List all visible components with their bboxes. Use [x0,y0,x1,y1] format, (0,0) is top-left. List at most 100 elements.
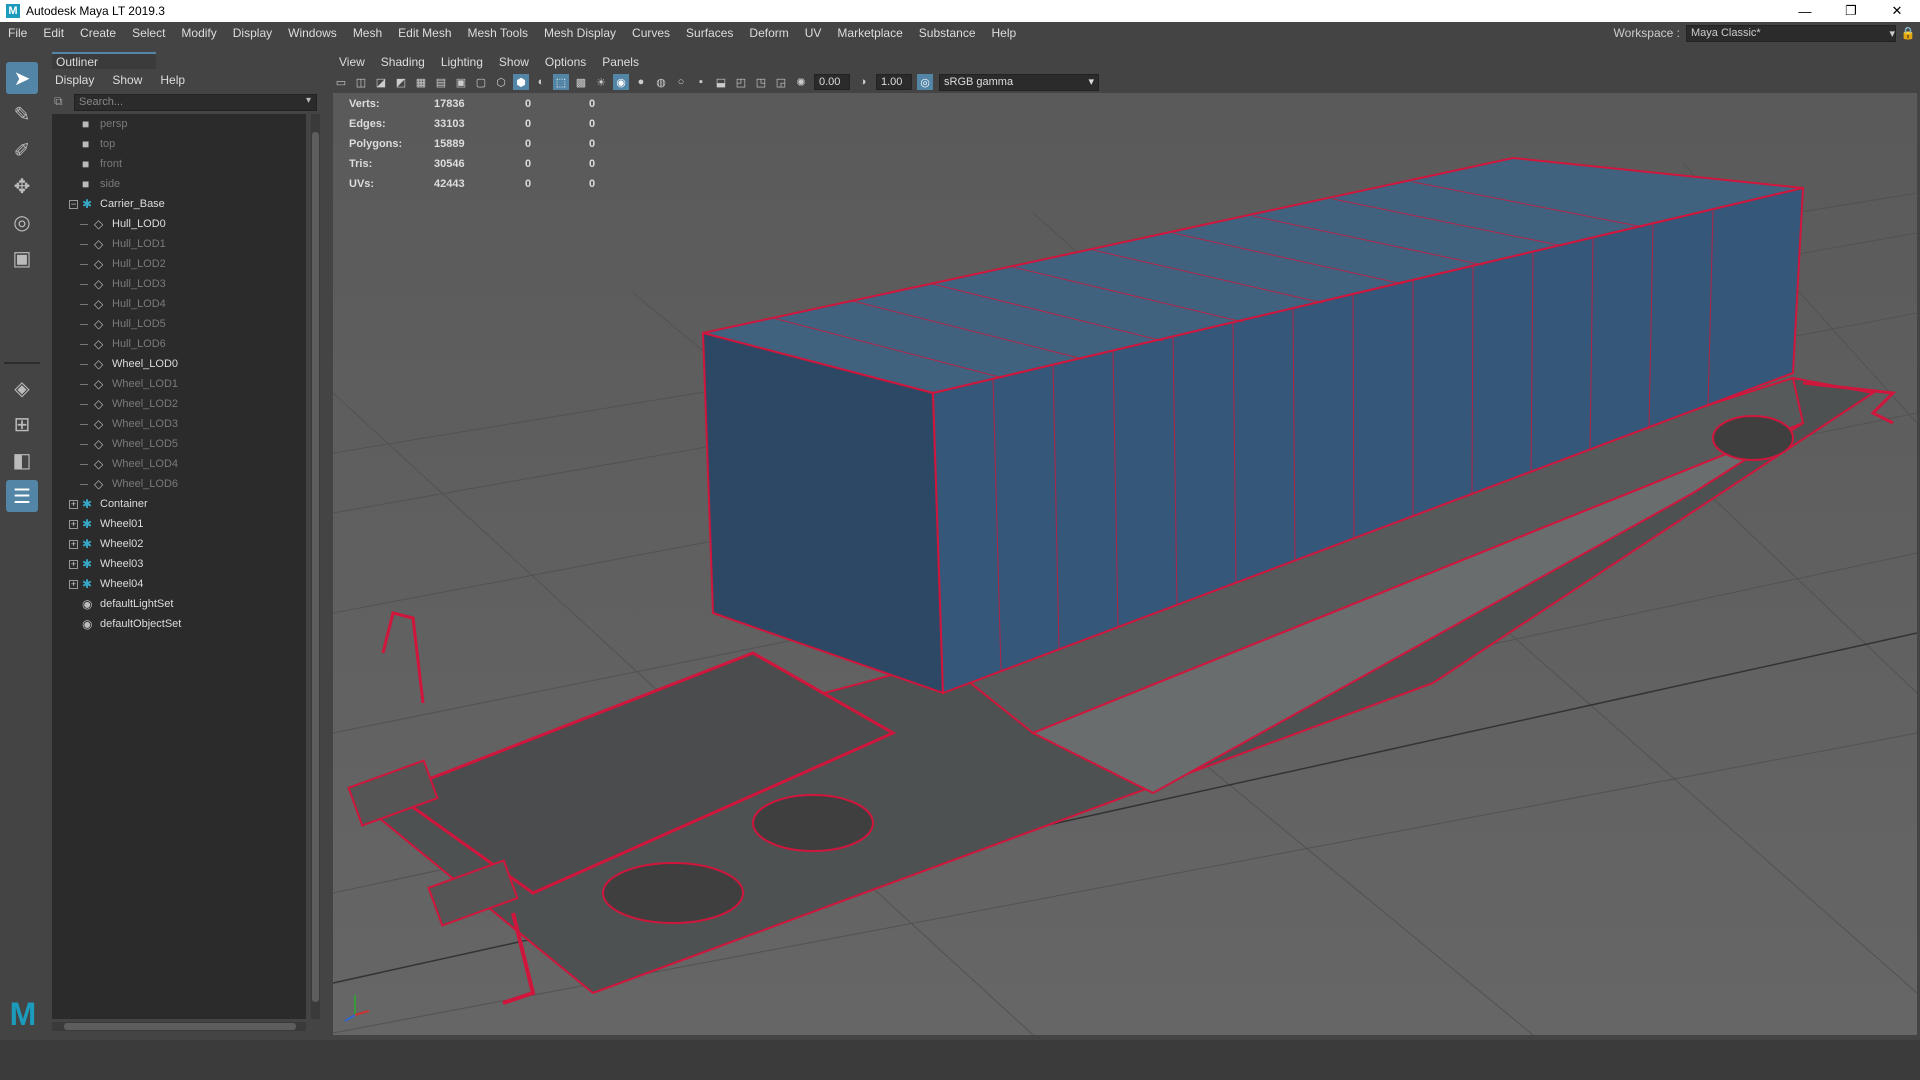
outliner-item-wheel03[interactable]: + ✱ Wheel03 [52,554,306,574]
outliner-item-wheel02[interactable]: + ✱ Wheel02 [52,534,306,554]
menu-curves[interactable]: Curves [624,26,678,40]
motion-blur-icon[interactable]: ◍ [653,74,669,90]
gate-mask-icon[interactable]: ▢ [473,74,489,90]
outliner-item-wheel01[interactable]: + ✱ Wheel01 [52,514,306,534]
four-view-icon[interactable]: ⊞ [6,408,38,440]
outliner-item-wheel04[interactable]: + ✱ Wheel04 [52,574,306,594]
outliner-item-hull-lod0[interactable]: ◇ Hull_LOD0 [52,214,306,234]
outliner-item-front[interactable]: ■ front [52,154,306,174]
search-options-chevron-icon[interactable]: ▾ [306,95,311,106]
move-tool-icon[interactable]: ✥ [6,170,38,202]
gamma-icon[interactable]: ◑ [855,74,871,90]
outliner-search-input[interactable]: Search... [74,94,317,111]
default-material-icon[interactable]: ◐ [533,74,549,90]
viewport-menu-show[interactable]: Show [491,55,537,69]
menu-substance[interactable]: Substance [911,26,984,40]
color-space-dropdown[interactable]: sRGB gamma ▾ [939,73,1099,91]
outliner-item-wheel-lod3[interactable]: ◇ Wheel_LOD3 [52,414,306,434]
grid-icon[interactable]: ▦ [413,74,429,90]
lock-icon[interactable]: 🔒 [1896,26,1920,40]
scroll-thumb[interactable] [312,132,319,1002]
xray-components-icon[interactable]: ◲ [773,74,789,90]
film-gate-icon[interactable]: ▤ [433,74,449,90]
outliner-item-hull-lod2[interactable]: ◇ Hull_LOD2 [52,254,306,274]
outliner-item-defaultobjectset[interactable]: ◉ defaultObjectSet [52,614,306,634]
outliner-horizontal-scrollbar[interactable] [52,1022,306,1031]
viewport-menu-options[interactable]: Options [537,55,594,69]
menu-create[interactable]: Create [72,26,124,40]
outliner-menu-show[interactable]: Show [103,73,151,87]
outliner-menu-display[interactable]: Display [46,73,103,87]
outliner-item-hull-lod1[interactable]: ◇ Hull_LOD1 [52,234,306,254]
scale-tool-icon[interactable]: ▣ [6,242,38,274]
wireframe-on-shaded-icon[interactable]: ⬚ [553,74,569,90]
camera-icon[interactable]: ▭ [333,74,349,90]
outliner-vertical-scrollbar[interactable] [311,114,320,1019]
gamma-field[interactable]: 1.00 [876,74,912,90]
menu-file[interactable]: File [0,26,35,40]
menu-edit[interactable]: Edit [35,26,72,40]
outliner-item-hull-lod5[interactable]: ◇ Hull_LOD5 [52,314,306,334]
menu-deform[interactable]: Deform [741,26,796,40]
close-button[interactable]: ✕ [1874,0,1920,22]
exposure-field[interactable]: 0.00 [814,74,850,90]
lasso-tool-icon[interactable]: ✎ [6,98,38,130]
outliner-item-carrier-base[interactable]: − ✱ Carrier_Base [52,194,306,214]
menu-mesh-display[interactable]: Mesh Display [536,26,624,40]
menu-mesh-tools[interactable]: Mesh Tools [460,26,536,40]
outliner-item-wheel-lod4[interactable]: ◇ Wheel_LOD4 [52,454,306,474]
paint-select-icon[interactable]: ✐ [6,134,38,166]
outliner-item-defaultlightset[interactable]: ◉ defaultLightSet [52,594,306,614]
persp-outliner-icon[interactable]: ◧ [6,444,38,476]
expand-icon[interactable]: + [69,559,78,569]
outliner-item-wheel-lod1[interactable]: ◇ Wheel_LOD1 [52,374,306,394]
rotate-tool-icon[interactable]: ◎ [6,206,38,238]
image-plane-icon[interactable]: ◩ [393,74,409,90]
workspace-dropdown[interactable]: Maya Classic* ▾ [1686,24,1896,42]
menu-select[interactable]: Select [124,26,173,40]
outliner-item-container[interactable]: + ✱ Container [52,494,306,514]
outliner-item-wheel-lod6[interactable]: ◇ Wheel_LOD6 [52,474,306,494]
viewport-menu-panels[interactable]: Panels [594,55,647,69]
ambient-occlusion-icon[interactable]: ● [633,74,649,90]
outliner-tab[interactable]: Outliner [52,52,156,69]
exposure-icon[interactable]: ✺ [793,74,809,90]
scroll-thumb[interactable] [64,1023,296,1030]
menu-windows[interactable]: Windows [280,26,345,40]
shadows-icon[interactable]: ◉ [613,74,629,90]
menu-marketplace[interactable]: Marketplace [829,26,910,40]
wireframe-icon[interactable]: ⬡ [493,74,509,90]
bookmark-icon[interactable]: ◪ [373,74,389,90]
xray-joints-icon[interactable]: ◳ [753,74,769,90]
restore-button[interactable]: ❐ [1828,0,1874,22]
outliner-layout-icon[interactable]: ☰ [6,480,38,512]
menu-mesh[interactable]: Mesh [345,26,390,40]
select-tool-icon[interactable]: ➤ [6,62,38,94]
single-view-icon[interactable]: ◈ [6,372,38,404]
xray-icon[interactable]: ◰ [733,74,749,90]
textured-icon[interactable]: ▩ [573,74,589,90]
outliner-item-top[interactable]: ■ top [52,134,306,154]
minimize-button[interactable]: — [1782,0,1828,22]
menu-modify[interactable]: Modify [173,26,224,40]
camera-attr-icon[interactable]: ◫ [353,74,369,90]
viewport-3d[interactable]: Verts: 17836 0 0 Edges: 33103 0 0 Polygons: 158… [333,93,1917,1035]
outliner-item-hull-lod6[interactable]: ◇ Hull_LOD6 [52,334,306,354]
menu-edit-mesh[interactable]: Edit Mesh [390,26,459,40]
depth-of-field-icon[interactable]: ▪ [693,74,709,90]
expand-icon[interactable]: + [69,519,78,529]
outliner-item-side[interactable]: ■ side [52,174,306,194]
smooth-shade-icon[interactable]: ⬢ [513,74,529,90]
expand-icon[interactable]: + [69,499,78,509]
outliner-item-wheel-lod2[interactable]: ◇ Wheel_LOD2 [52,394,306,414]
menu-uv[interactable]: UV [797,26,830,40]
lights-icon[interactable]: ☀ [593,74,609,90]
color-management-icon[interactable]: ◎ [917,74,933,90]
outliner-item-hull-lod3[interactable]: ◇ Hull_LOD3 [52,274,306,294]
outliner-item-wheel-lod5[interactable]: ◇ Wheel_LOD5 [52,434,306,454]
viewport-menu-lighting[interactable]: Lighting [433,55,491,69]
expand-icon[interactable]: + [69,579,78,589]
menu-surfaces[interactable]: Surfaces [678,26,741,40]
outliner-menu-help[interactable]: Help [151,73,194,87]
viewport-menu-shading[interactable]: Shading [373,55,433,69]
